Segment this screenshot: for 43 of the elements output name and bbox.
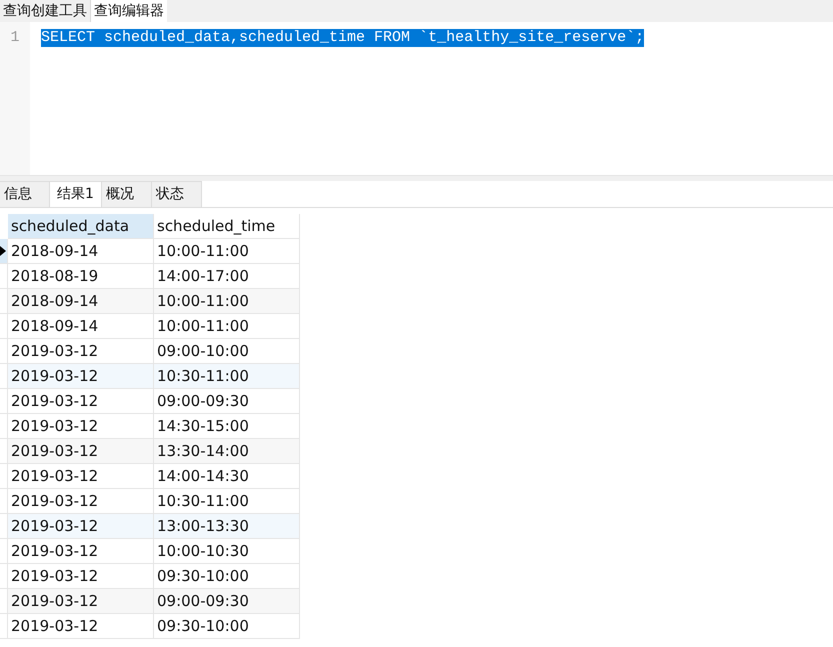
editor-tab[interactable]: 查询编辑器: [91, 0, 167, 22]
result-tab[interactable]: 结果1: [50, 181, 102, 207]
current-row-icon: [0, 246, 6, 256]
table-cell: 10:00-11:00: [154, 314, 300, 339]
table-cell: 2018-09-14: [8, 314, 154, 339]
editor-tab[interactable]: 查询创建工具: [0, 0, 91, 22]
table-cell: 09:00-09:30: [154, 389, 300, 414]
table-cell: 10:30-11:00: [154, 489, 300, 514]
table-cell: 10:00-11:00: [154, 289, 300, 314]
table-cell: 10:00-11:00: [154, 239, 300, 264]
table-cell: 2018-08-19: [8, 264, 154, 289]
table-cell: 14:00-14:30: [154, 464, 300, 489]
table-cell: 10:00-10:30: [154, 539, 300, 564]
table-cell: 2019-03-12: [8, 464, 154, 489]
table-cell: 2019-03-12: [8, 389, 154, 414]
table-cell: 2019-03-12: [8, 539, 154, 564]
table-cell: 09:00-09:30: [154, 589, 300, 614]
table-cell: 2019-03-12: [8, 439, 154, 464]
column-header[interactable]: scheduled_time: [154, 214, 300, 239]
table-cell: 09:30-10:00: [154, 564, 300, 589]
table-cell: 2018-09-14: [8, 239, 154, 264]
result-tab[interactable]: 概况: [102, 181, 152, 207]
table-cell: 13:30-14:00: [154, 439, 300, 464]
table-cell: 2019-03-12: [8, 564, 154, 589]
table-cell: 13:00-13:30: [154, 514, 300, 539]
table-cell: 2019-03-12: [8, 514, 154, 539]
result-tab[interactable]: 信息: [0, 181, 50, 207]
table-cell: 2019-03-12: [8, 414, 154, 439]
result-tab[interactable]: 状态: [152, 181, 202, 207]
table-cell: 14:30-15:00: [154, 414, 300, 439]
table-cell: 2018-09-14: [8, 289, 154, 314]
table-cell: 2019-03-12: [8, 339, 154, 364]
table-cell: 2019-03-12: [8, 589, 154, 614]
table-cell: 10:30-11:00: [154, 364, 300, 389]
table-cell: 14:00-17:00: [154, 264, 300, 289]
table-cell: 2019-03-12: [8, 614, 154, 639]
line-number: 1: [9, 29, 20, 47]
row-selector[interactable]: [0, 239, 8, 264]
table-cell: 2019-03-12: [8, 364, 154, 389]
table-cell: 09:00-10:00: [154, 339, 300, 364]
table-cell: 09:30-10:00: [154, 614, 300, 639]
column-header[interactable]: scheduled_data: [8, 214, 154, 239]
table-cell: 2019-03-12: [8, 489, 154, 514]
